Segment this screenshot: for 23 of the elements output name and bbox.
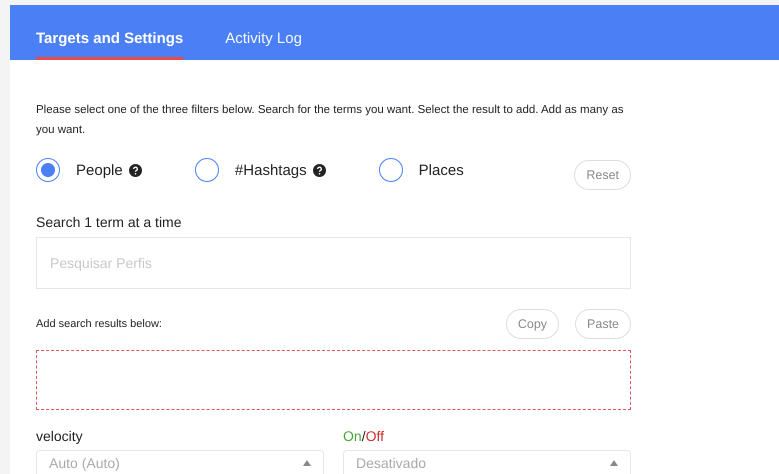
results-drop-area[interactable] <box>36 350 631 410</box>
filter-label: #Hashtags <box>234 162 307 178</box>
velocity-label: velocity <box>36 428 84 444</box>
filter-label: People <box>76 162 123 178</box>
results-label: Add search results below: <box>36 318 163 330</box>
velocity-select[interactable]: Auto (Auto) <box>36 450 324 474</box>
caret-icon <box>303 460 311 466</box>
radio-button[interactable] <box>194 158 219 182</box>
reset-button[interactable]: Reset <box>574 160 631 190</box>
search-label: Search 1 term at a time <box>36 214 183 230</box>
tab[interactable]: Targets and Settings <box>36 30 184 60</box>
radio-button[interactable] <box>378 158 403 182</box>
paste-button[interactable]: Paste <box>575 309 631 339</box>
radio-button[interactable] <box>36 158 60 182</box>
copy-button[interactable]: Copy <box>506 309 560 339</box>
help-icon[interactable] <box>128 164 142 176</box>
filter-label: Places <box>418 162 464 178</box>
caret-icon <box>610 460 618 466</box>
tab[interactable]: Activity Log <box>225 30 302 60</box>
on-off-label: On/Off <box>343 428 385 444</box>
help-icon[interactable] <box>312 164 326 176</box>
instructions-text: Please select one of the three filters below. Search for the terms you want. Select the result to add. Add as many as you want. <box>36 103 624 138</box>
on-off-select[interactable]: Desativado <box>343 450 631 474</box>
